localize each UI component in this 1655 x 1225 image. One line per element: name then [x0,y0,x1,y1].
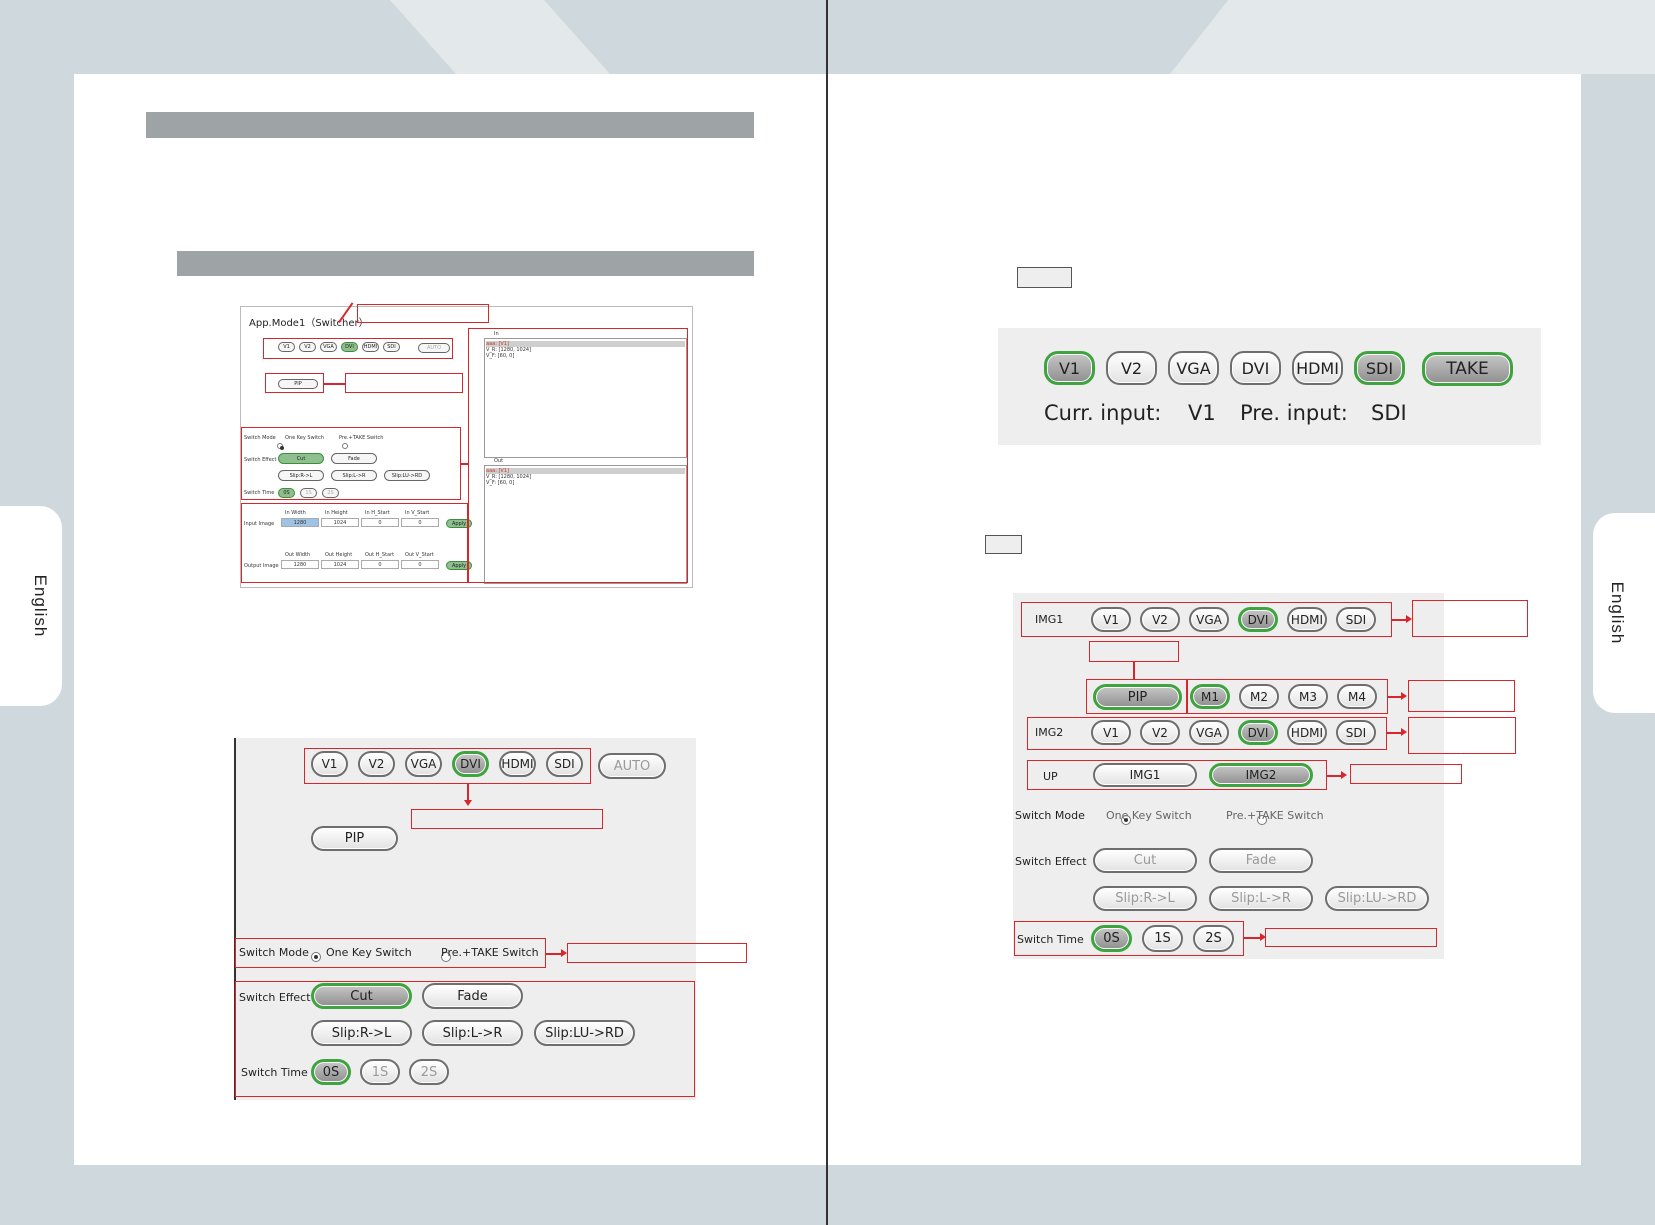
page-divider [826,0,828,1225]
annotation-box-img2-note [1408,717,1516,754]
subsection-header-bar [177,251,754,276]
annotation-box-img1 [1021,602,1392,637]
annotation-line [467,784,469,801]
language-label: English [1608,581,1627,645]
annotation-box-pip-note [1089,641,1179,662]
annotation-box-inputs [263,338,453,359]
annotation-line [1388,696,1402,698]
annotation-line [1133,662,1135,679]
annotation-box-switch-time-note [1265,928,1437,947]
annotation-line [324,383,346,385]
annotation-box-lists [468,328,688,583]
annotation-box-pip [1086,679,1187,714]
app-mode-title: App.Mode1（Switcher） [249,318,369,329]
annotation-box-image-params [241,503,468,583]
annotation-box-modes-note [1408,680,1515,712]
take-input-hdmi-button[interactable]: HDMI [1292,351,1343,385]
annotation-box-title [357,304,489,323]
annotation-box-img1-note [1412,600,1528,637]
take-input-dvi-button[interactable]: DVI [1230,351,1281,385]
preview-input-label: Pre. input: [1240,401,1348,425]
pip-mode-indicator [985,535,1022,554]
language-tab-left: English [0,506,62,706]
pip-slip-r-l-button[interactable]: Slip:R->L [1093,886,1197,911]
take-input-v1-button[interactable]: V1 [1044,351,1095,385]
annotation-box-switch-settings [241,427,461,500]
language-label: English [31,574,50,638]
pip-cut-button[interactable]: Cut [1093,848,1197,873]
annotation-box-switch-mode-note [567,943,747,963]
current-input-value: V1 [1188,401,1216,425]
annotation-arrow [1401,692,1407,700]
pip-one-key-label: One Key Switch [1106,809,1192,822]
take-input-sdi-button[interactable]: SDI [1354,351,1405,385]
annotation-line [1392,619,1407,621]
annotation-box-switch-effect [235,981,695,1097]
take-input-vga-button[interactable]: VGA [1168,351,1219,385]
annotation-box-pip [265,373,324,393]
pip-pre-take-label: Pre.+TAKE Switch [1226,809,1324,822]
take-input-v2-button[interactable]: V2 [1106,351,1157,385]
annotation-box-modes [1187,679,1388,714]
auto-button[interactable]: AUTO [598,753,666,779]
pip-slip-lu-rd-button[interactable]: Slip:LU->RD [1325,886,1429,911]
annotation-line [1387,732,1402,734]
annotation-box-big-inputs [304,748,591,784]
annotation-arrow [1401,728,1407,736]
top-band-shape-right [1170,0,1655,74]
take-panel [998,328,1541,445]
annotation-arrow [1341,771,1347,779]
section-header-bar [146,112,754,138]
take-mode-indicator [1017,267,1072,288]
pip-slip-l-r-button[interactable]: Slip:L->R [1209,886,1313,911]
pip-fade-button[interactable]: Fade [1209,848,1313,873]
pip-button[interactable]: PIP [311,826,398,851]
annotation-box-pip-switch-time [1014,921,1244,956]
annotation-line [1327,775,1342,777]
annotation-line [461,463,468,465]
current-input-label: Curr. input: [1044,401,1162,425]
language-tab-right: English [1593,513,1655,713]
annotation-box-up-note [1350,764,1462,784]
take-button[interactable]: TAKE [1422,352,1513,386]
annotation-box-input-note [411,809,603,829]
annotation-box-switch-mode [235,938,546,968]
pip-switch-mode-label: Switch Mode [1015,809,1085,822]
annotation-box-img2 [1027,717,1387,750]
preview-input-value: SDI [1371,401,1407,425]
annotation-box-up [1027,760,1327,790]
annotation-box-pip-note [345,373,463,393]
pip-switch-effect-label: Switch Effect [1015,855,1087,868]
annotation-arrow [464,800,472,806]
